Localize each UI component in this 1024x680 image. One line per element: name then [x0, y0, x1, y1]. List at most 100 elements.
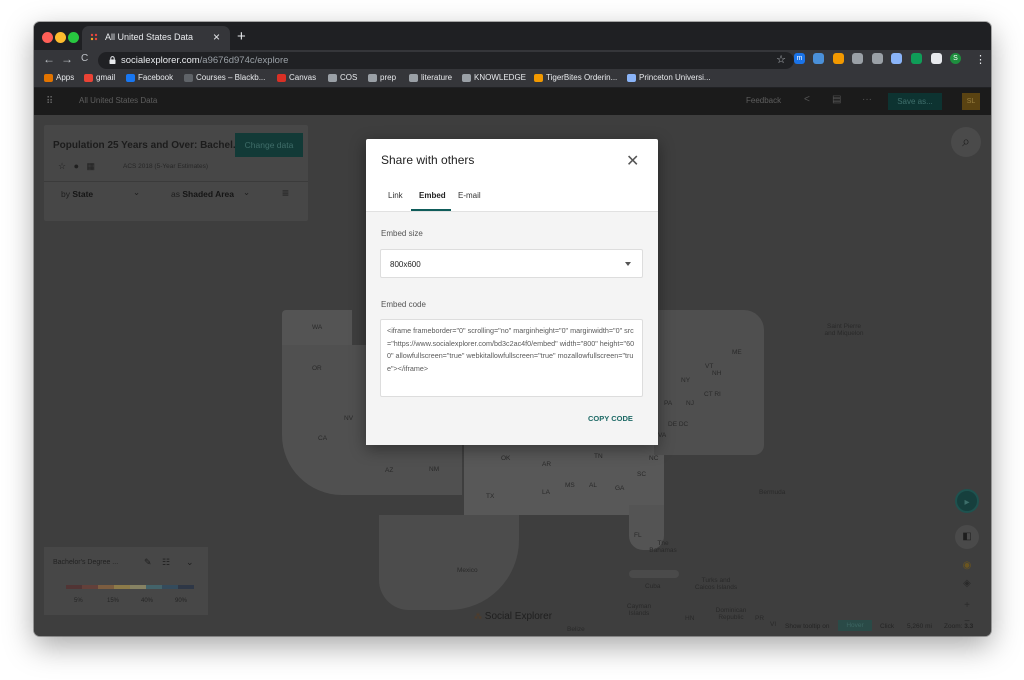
bookmark-item[interactable]: Facebook — [126, 73, 173, 82]
geography-chevron-down-icon[interactable]: ⌄ — [133, 187, 140, 198]
back-arrow-icon[interactable]: ← — [43, 52, 55, 66]
map-label: CA — [318, 435, 328, 442]
bookmark-item[interactable]: Apps — [44, 73, 74, 82]
bookmark-item[interactable]: Canvas — [277, 73, 316, 82]
map-label: CT RI — [704, 391, 721, 398]
m-extension-icon[interactable]: m — [794, 53, 805, 64]
change-data-button[interactable]: Change data — [235, 133, 303, 157]
lookup-extension-icon[interactable] — [891, 53, 902, 64]
bookmark-extension-icon[interactable] — [813, 53, 824, 64]
map-label: NC — [649, 455, 659, 462]
bookmark-item[interactable]: KNOWLEDGE — [462, 73, 526, 82]
close-window-button[interactable] — [42, 32, 53, 43]
bookmark-item[interactable]: COS — [328, 73, 357, 82]
bookmark-item[interactable]: TigerBites Orderin... — [534, 73, 617, 82]
collapse-chevron-icon[interactable]: ⌄ — [186, 557, 194, 568]
map-label: Bermuda — [759, 489, 786, 496]
tab-link[interactable]: Link — [388, 191, 403, 200]
map-label: VI — [770, 621, 777, 628]
legend-tick: 5% — [74, 598, 83, 604]
map-label: PA — [664, 400, 673, 407]
save-as-button[interactable]: Save as... — [888, 93, 942, 110]
legend-list-icon[interactable]: ☷ — [162, 557, 170, 568]
new-tab-button[interactable]: + — [237, 28, 246, 45]
map-search-icon[interactable]: ⌕ — [951, 127, 981, 157]
reload-icon[interactable]: C — [81, 53, 88, 64]
data-panel: Population 25 Years and Over: Bachel... … — [44, 125, 308, 221]
layout-toggle-icon[interactable]: ◧ — [955, 525, 979, 549]
bookmark-favicon-icon — [462, 73, 471, 82]
click-mode-button[interactable]: Click — [880, 623, 894, 630]
browser-menu-icon[interactable]: ⋮ — [975, 53, 986, 66]
bookmark-star-icon[interactable]: ☆ — [776, 53, 786, 66]
address-bar[interactable]: socialexplorer.com/a9676d974c/explore ☆ — [98, 52, 794, 69]
legend-color-swatch — [146, 585, 162, 589]
tab-embed[interactable]: Embed — [419, 191, 446, 200]
user-avatar[interactable]: SL — [962, 93, 980, 110]
dataset-title[interactable]: Population 25 Years and Over: Bachel... — [53, 140, 241, 151]
play-story-icon[interactable]: ▸ — [955, 489, 979, 513]
zoom-in-icon[interactable]: + — [958, 599, 976, 613]
map-label: AR — [542, 461, 552, 468]
bookmark-item[interactable]: literature — [409, 73, 452, 82]
zoom-readout: Zoom: 3.3 — [944, 623, 974, 630]
edit-pencil-icon[interactable]: ✎ — [144, 557, 152, 568]
bookmark-label: gmail — [96, 73, 116, 82]
close-icon[interactable]: ✕ — [626, 151, 639, 171]
share-tabs: Link Embed E-mail — [366, 181, 658, 212]
share-icon[interactable]: < — [804, 94, 810, 105]
bookmark-item[interactable]: prep — [368, 73, 396, 82]
feedback-link[interactable]: Feedback — [746, 96, 781, 105]
legend-panel: Bachelor's Degree ... ✎ ☷ ⌄ 5% 15% 40% 9… — [44, 547, 208, 615]
legend-color-swatch — [98, 585, 114, 589]
map-label: Dominican Republic — [715, 607, 747, 621]
visualization-selector[interactable]: as Shaded Area — [171, 189, 234, 199]
legend-title[interactable]: Bachelor's Degree ... — [53, 559, 118, 566]
map-label: Cayman Islands — [626, 603, 652, 617]
legend-color-swatch — [114, 585, 130, 589]
image-extension-icon[interactable] — [911, 53, 922, 64]
favorite-star-icon[interactable]: ☆ — [58, 161, 66, 171]
bookmark-favicon-icon — [328, 73, 337, 82]
bookmark-label: Princeton Universi... — [639, 73, 711, 82]
embed-tab-content: Embed size 800x600 Embed code <iframe fr… — [366, 212, 658, 445]
survey-label: ACS 2018 (5-Year Estimates) — [123, 163, 209, 170]
tab-email[interactable]: E-mail — [458, 191, 481, 200]
geography-selector[interactable]: by State — [61, 189, 93, 199]
camera-extension-icon[interactable] — [852, 53, 863, 64]
browser-tab[interactable]: All United States Data × — [82, 26, 230, 50]
location-pin-icon[interactable]: ◉ — [958, 559, 976, 573]
tab-close-icon[interactable]: × — [213, 30, 220, 44]
visualization-chevron-down-icon[interactable]: ⌄ — [243, 187, 250, 198]
hover-mode-button[interactable]: Hover — [838, 620, 872, 631]
app-grid-icon[interactable]: ⠿ — [46, 96, 53, 107]
map-label: AL — [589, 482, 597, 489]
tooltip-mode-label: Show tooltip on — [785, 623, 830, 630]
calendar-extension-icon[interactable] — [833, 53, 844, 64]
bookmark-label: COS — [340, 73, 358, 82]
map-label: FL — [634, 532, 642, 539]
info-icon[interactable]: ● — [74, 161, 79, 171]
embed-size-dropdown[interactable]: 800x600 — [380, 249, 643, 278]
bookmark-item[interactable]: Courses – Blackb... — [184, 73, 265, 82]
locate-me-icon[interactable]: ◈ — [958, 577, 976, 591]
minimize-window-button[interactable] — [55, 32, 66, 43]
bookmark-item[interactable]: Princeton Universi... — [627, 73, 711, 82]
forward-arrow-icon[interactable]: → — [61, 52, 73, 66]
profile-avatar-icon[interactable]: S — [950, 53, 961, 64]
copy-code-button[interactable]: COPY CODE — [588, 414, 633, 423]
legend-color-swatch — [130, 585, 146, 589]
more-icon[interactable]: ··· — [862, 94, 872, 105]
bookmark-label: Courses – Blackb... — [196, 73, 266, 82]
maximize-window-button[interactable] — [68, 32, 79, 43]
bookmark-label: literature — [421, 73, 453, 82]
hamburger-menu-icon[interactable]: ≡ — [282, 186, 289, 200]
puzzle-extension-icon[interactable] — [872, 53, 883, 64]
map-label: TX — [486, 493, 495, 500]
map-label: Turks and Caicos Islands — [694, 577, 738, 591]
export-icon[interactable]: ▤ — [832, 94, 841, 105]
calendar-icon[interactable]: ▦ — [87, 161, 96, 171]
bookmark-item[interactable]: gmail — [84, 73, 115, 82]
embed-code-textarea[interactable]: <iframe frameborder="0" scrolling="no" m… — [380, 319, 643, 397]
extensions-icon[interactable] — [931, 53, 942, 64]
